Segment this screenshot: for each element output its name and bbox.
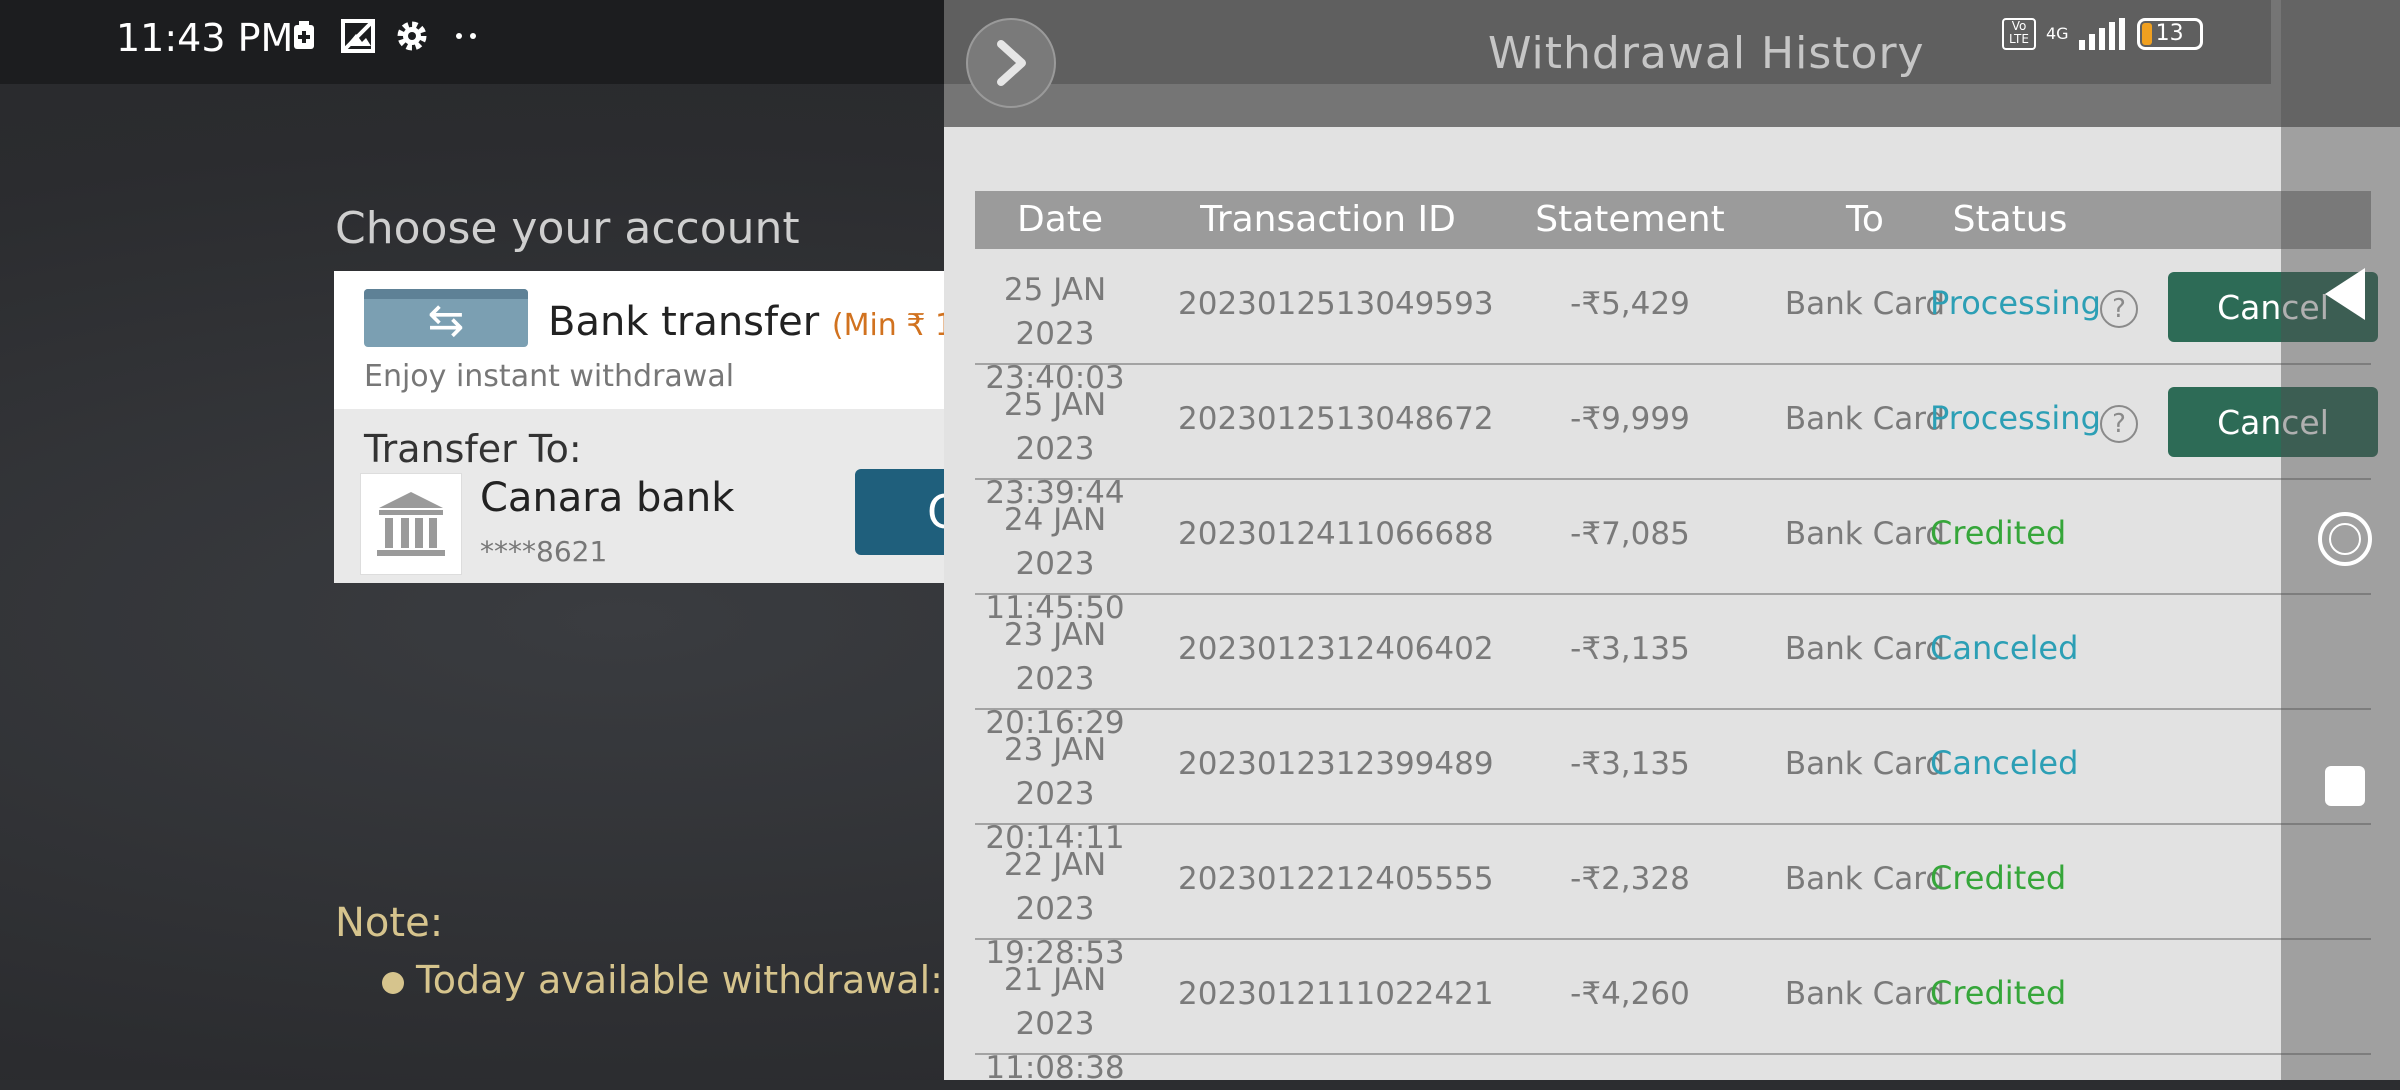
close-panel-button[interactable] (966, 18, 1056, 108)
network-type: 4G (2046, 24, 2069, 43)
status-icons (286, 18, 484, 54)
note-text: Today available withdrawal: (416, 958, 956, 1002)
nav-home-icon[interactable] (2318, 512, 2372, 566)
row-statement: -₹2,328 (1570, 861, 1690, 897)
confirm-button[interactable]: C (855, 469, 944, 555)
settings-gear-icon (394, 18, 430, 54)
bank-building-icon (360, 473, 462, 575)
row-date: 21 JAN 2023 11:08:38 (975, 958, 1135, 1090)
row-status: Processing (1930, 284, 2101, 322)
battery-level: 13 (2155, 21, 2184, 46)
row-status: Canceled (1930, 744, 2079, 782)
bullet-icon (382, 971, 404, 994)
volte-icon: Vo LTE (2002, 18, 2036, 50)
table-row: 21 JAN 2023 11:08:38 2023012111022421 -₹4,2… (975, 940, 2371, 1086)
account-number: ****8621 (480, 535, 608, 568)
note-label: Note: (335, 900, 444, 946)
battery-saver-icon (286, 18, 322, 54)
chevron-right-icon (997, 40, 1026, 86)
signal-icon (2078, 18, 2125, 50)
more-dots-icon (448, 18, 484, 54)
table-row: 25 JAN 2023 23:40:03 2023012513049593 -₹5,4… (975, 250, 2378, 396)
table-row: 23 JAN 2023 20:14:11 2023012312399489 -₹3,1… (975, 710, 2371, 856)
table-row: 24 JAN 2023 11:45:50 2023012411066688 -₹7,0… (975, 480, 2371, 626)
row-status: Canceled (1930, 629, 2079, 667)
bank-transfer-subtitle: Enjoy instant withdrawal (364, 359, 735, 394)
transfer-arrows-icon: ⇆ (427, 295, 465, 346)
row-status: Credited (1930, 859, 2067, 897)
status-time: 11:43 PM (116, 16, 294, 60)
bank-name: Canara bank (480, 475, 735, 521)
system-status-icons: Vo LTE 4G 13 (2002, 18, 2203, 50)
row-statement: -₹9,999 (1570, 401, 1690, 437)
row-transaction-id: 2023012312406402 (1178, 631, 1494, 667)
table-header: Date Transaction ID Statement To Status (975, 191, 2371, 249)
header-transaction-id: Transaction ID (1200, 199, 1456, 240)
row-status: Credited (1930, 974, 2067, 1012)
bank-transfer-logo: ⇆ (364, 289, 528, 347)
row-transaction-id: 2023012212405555 (1178, 861, 1494, 897)
row-date-time: 11:08:38 (985, 1050, 1125, 1086)
battery-icon: 13 (2136, 18, 2203, 50)
bank-transfer-label: Bank transfer (548, 299, 820, 345)
note-line: Today available withdrawal: 1 (382, 958, 979, 1002)
row-statement: -₹7,085 (1570, 516, 1690, 552)
table-row: 25 JAN 2023 23:39:44 2023012513048672 -₹9,9… (975, 365, 2378, 511)
row-date-day: 25 JAN 2023 (1003, 387, 1107, 467)
row-status: Processing (1930, 399, 2101, 437)
transfer-to-card: Transfer To: Canara bank ****8621 C (334, 409, 944, 583)
row-statement: -₹3,135 (1570, 631, 1690, 667)
bank-transfer-option[interactable]: ⇆ Bank transfer (Min ₹ 100 Enjoy instant… (334, 271, 992, 409)
row-date-day: 21 JAN 2023 (1003, 962, 1107, 1042)
navigation-bar (2281, 0, 2400, 1080)
withdrawal-history-panel: Withdrawal History Vo LTE 4G 13 Date Tra… (944, 0, 2400, 1086)
panel-title: Withdrawal History (1488, 28, 1925, 79)
row-date-day: 25 JAN 2023 (1003, 272, 1107, 352)
header-date: Date (1016, 199, 1104, 240)
row-date-day: 23 JAN 2023 (1003, 732, 1107, 812)
no-photo-icon (340, 18, 376, 54)
table-row: 22 JAN 2023 19:28:53 2023012212405555 -₹2,3… (975, 825, 2371, 971)
row-transaction-id: 2023012513049593 (1178, 286, 1494, 322)
nav-back-icon[interactable] (2325, 268, 2365, 320)
row-date-day: 23 JAN 2023 (1003, 617, 1107, 697)
row-date-day: 24 JAN 2023 (1003, 502, 1107, 582)
row-status: Credited (1930, 514, 2067, 552)
row-statement: -₹3,135 (1570, 746, 1690, 782)
help-icon[interactable]: ? (2100, 405, 2138, 443)
transfer-to-label: Transfer To: (364, 427, 582, 471)
row-transaction-id: 2023012111022421 (1178, 976, 1494, 1012)
help-icon[interactable]: ? (2100, 290, 2138, 328)
status-bar: 11:43 PM (0, 0, 944, 84)
table-row: 23 JAN 2023 20:16:29 2023012312406402 -₹3,1… (975, 595, 2371, 741)
row-statement: -₹5,429 (1570, 286, 1690, 322)
choose-account-title: Choose your account (335, 203, 800, 254)
row-transaction-id: 2023012312399489 (1178, 746, 1494, 782)
battery-fill (2141, 23, 2152, 45)
row-statement: -₹4,260 (1570, 976, 1690, 1012)
row-transaction-id: 2023012513048672 (1178, 401, 1494, 437)
header-statement: Statement (1535, 199, 1725, 240)
bank-transfer-title: Bank transfer (Min ₹ 100 (548, 299, 992, 345)
row-date-day: 22 JAN 2023 (1003, 847, 1107, 927)
header-status: Status (1952, 199, 2068, 240)
row-transaction-id: 2023012411066688 (1178, 516, 1494, 552)
nav-recent-apps-icon[interactable] (2325, 766, 2365, 806)
panel-header: Withdrawal History Vo LTE 4G 13 (944, 0, 2400, 127)
